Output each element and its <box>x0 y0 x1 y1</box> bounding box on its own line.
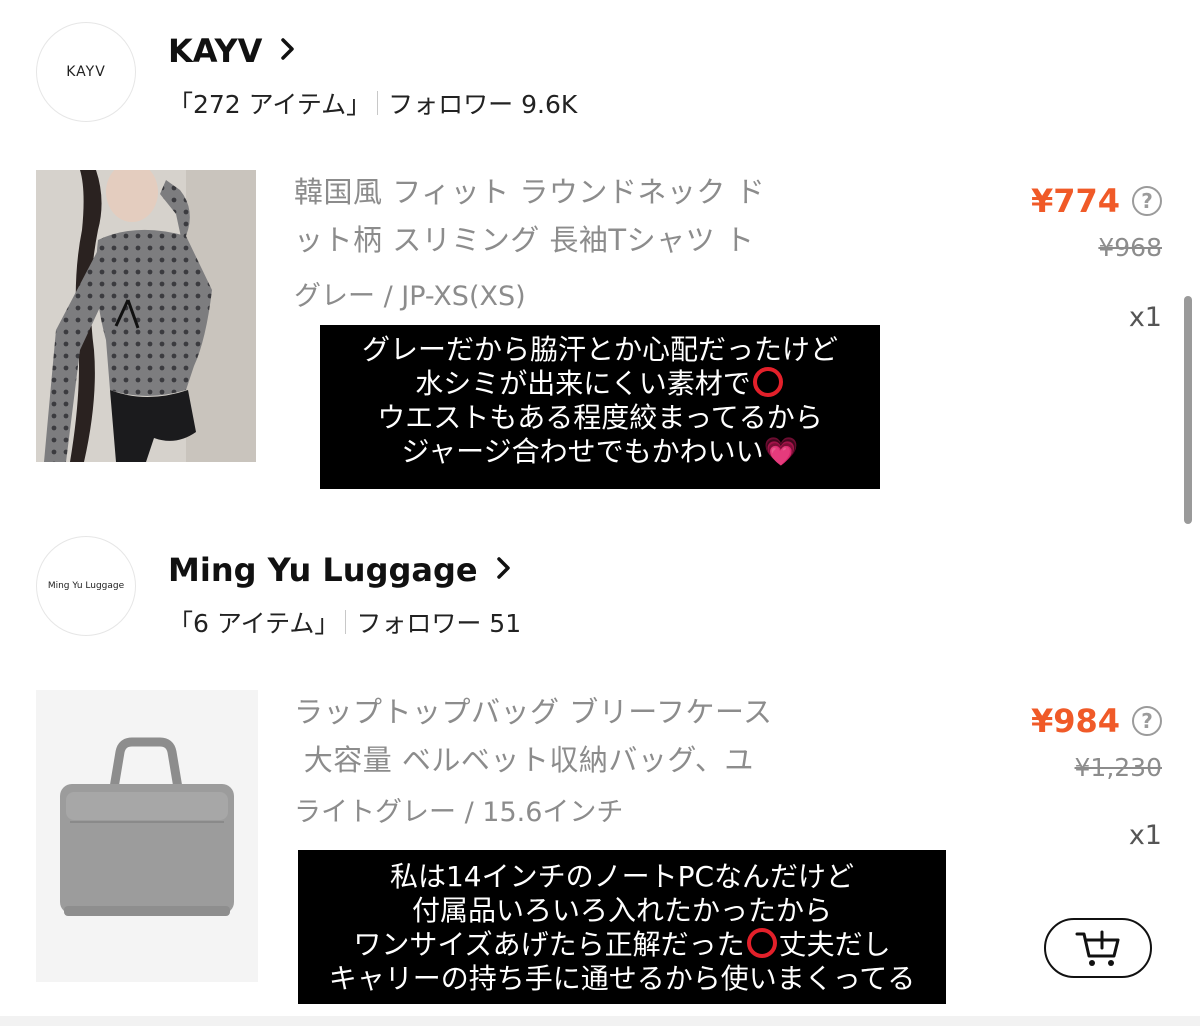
question-circle-icon[interactable]: ? <box>1132 186 1162 216</box>
chevron-right-icon <box>496 553 512 588</box>
caption-line-3: ワンサイズあげたら正解だった 丈夫だし <box>312 928 932 962</box>
red-circle-emoji <box>746 928 777 958</box>
bottom-divider <box>0 1016 1200 1026</box>
product-title-line: ット柄 スリミング 長袖Tシャツ ト <box>294 223 755 257</box>
store-followers: フォロワー 9.6K <box>388 90 578 119</box>
product-title-line: 大容量 ベルベット収納バッグ、ユ <box>294 743 754 777</box>
help-glyph: ? <box>1141 189 1153 213</box>
heart-emoji-icon: 💗 <box>763 435 799 468</box>
store-followers: フォロワー 51 <box>356 609 522 638</box>
product-image[interactable] <box>36 170 256 462</box>
store-meta: 「272 アイテム」 フォロワー 9.6K <box>168 85 577 121</box>
divider <box>377 91 379 115</box>
quantity: x1 <box>1128 302 1162 333</box>
price-value: ¥774 <box>1030 182 1120 220</box>
caption-line: 付属品いろいろ入れたかったから <box>411 894 832 927</box>
product-title-line: ラップトップバッグ ブリーフケース <box>294 695 773 729</box>
product-variant[interactable]: グレー / JP-XS(XS) <box>294 274 526 313</box>
caption-line: グレーだから脇汗とか心配だったけど <box>361 333 838 366</box>
caption-line-4: ジャージ合わせでもかわいい💗 <box>334 435 866 469</box>
store-item-count: 「272 アイテム」 <box>168 90 372 119</box>
question-circle-icon[interactable]: ? <box>1132 706 1162 736</box>
store-logo-text: KAYV <box>66 64 106 80</box>
caption-text: ジャージ合わせでもかわいい <box>401 435 764 468</box>
quantity: x1 <box>1128 820 1162 851</box>
price-value: ¥984 <box>1030 702 1120 740</box>
caption-line-2: 水シミが出来にくい素材で <box>334 367 866 401</box>
store-meta: 「6 アイテム」 フォロワー 51 <box>168 604 521 640</box>
store-item-count: 「6 アイテム」 <box>168 609 340 638</box>
caption-text: ワンサイズあげたら正解だった <box>353 928 745 961</box>
review-caption: 私は14インチのノートPCなんだけど 付属品いろいろ入れたかったから ワンサイズ… <box>298 850 946 1004</box>
original-price: ¥1,230 <box>1074 753 1162 782</box>
caption-text: 丈夫だし <box>778 928 891 961</box>
review-caption: グレーだから脇汗とか心配だったけど 水シミが出来にくい素材で ウエストもある程度… <box>320 325 880 489</box>
add-to-cart-button[interactable] <box>1044 918 1152 978</box>
store-name: KAYV <box>168 32 263 70</box>
original-price: ¥968 <box>1098 233 1162 262</box>
store-name-link[interactable]: KAYV <box>168 32 296 70</box>
product-title[interactable]: 韓国風 フィット ラウンドネック ド ット柄 スリミング 長袖Tシャツ ト <box>294 168 854 264</box>
product-price: ¥984 ? <box>1031 702 1162 740</box>
product-image[interactable] <box>36 690 258 982</box>
product-title[interactable]: ラップトップバッグ ブリーフケース 大容量 ベルベット収納バッグ、ユ <box>294 688 854 784</box>
store-logo-ming-yu-luggage[interactable]: Ming Yu Luggage <box>36 536 136 636</box>
product-price: ¥774 ? <box>1031 182 1162 220</box>
caption-line: 私は14インチのノートPCなんだけど <box>389 860 855 893</box>
product-title-line: 韓国風 フィット ラウンドネック ド <box>294 175 766 209</box>
chevron-right-icon <box>280 34 296 69</box>
caption-text: 水シミが出来にくい素材で <box>415 367 751 400</box>
store-logo-kayv[interactable]: KAYV <box>36 22 136 122</box>
caption-line: キャリーの持ち手に通せるから使いまくってる <box>328 962 916 995</box>
product-variant[interactable]: ライトグレー / 15.6インチ <box>294 790 623 829</box>
red-circle-emoji <box>752 367 783 397</box>
add-to-cart-icon <box>1075 930 1120 966</box>
store-name: Ming Yu Luggage <box>168 551 478 589</box>
store-logo-text: Ming Yu Luggage <box>47 581 125 591</box>
scrollbar[interactable] <box>1184 296 1192 524</box>
divider <box>345 610 347 634</box>
help-glyph: ? <box>1141 709 1153 733</box>
store-name-link[interactable]: Ming Yu Luggage <box>168 551 512 589</box>
caption-line: ウエストもある程度絞まってるから <box>377 401 823 434</box>
